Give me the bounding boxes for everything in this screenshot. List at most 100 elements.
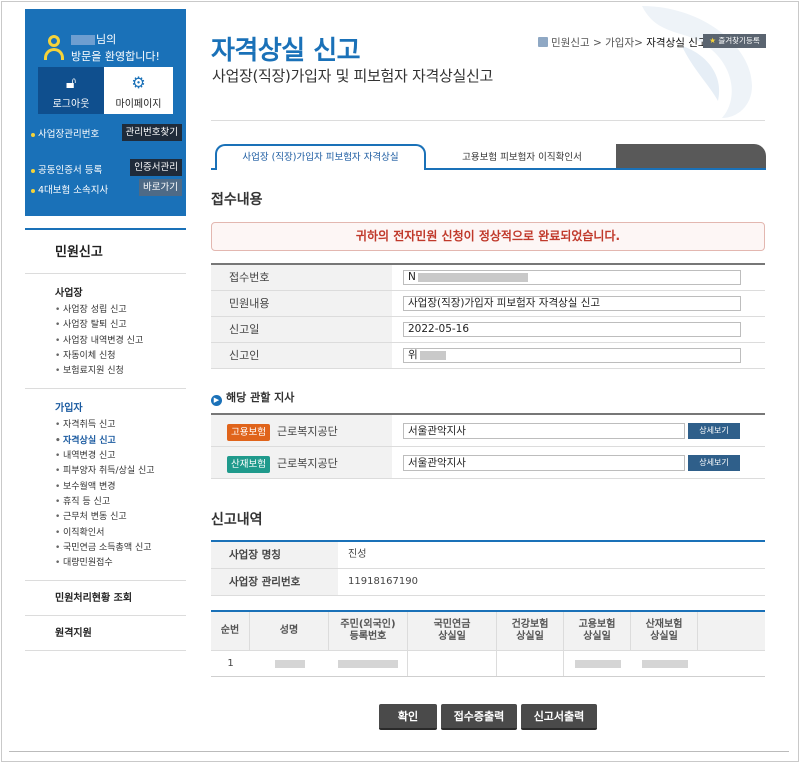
nav-item[interactable]: 사업장 성립 신고 (55, 303, 186, 319)
column-header: 고용보험 상실일 (564, 612, 631, 650)
column-header: 산재보험 상실일 (631, 612, 698, 650)
workplace-number: 11918167190 (348, 576, 418, 587)
completion-notice: 귀하의 전자민원 신청이 정상적으로 완료되었습니다. (211, 222, 765, 251)
branch-table: 고용보험 근로복지공단 서울관악지사 상세보기 산재보험 근로복지공단 서울관악… (211, 413, 765, 479)
nav-group-subscriber: 가입자 자격취득 신고 자격상실 신고 내역변경 신고 피부양자 취득/상실 신… (25, 389, 186, 582)
field-label: 민원내용 (211, 291, 392, 316)
field-label: 신고인 (211, 343, 392, 368)
lock-icon: 🔓︎ (65, 73, 77, 92)
nav-item[interactable]: 근무처 변동 신고 (55, 510, 186, 526)
nav-status-inquiry[interactable]: 민원처리현황 조회 (25, 581, 186, 617)
divider (211, 120, 765, 121)
greeting: 님의 방문을 환영합니다! (71, 33, 160, 63)
receipt-row: 신고일 2022-05-16 (211, 317, 765, 343)
favorite-button[interactable]: ★ 즐겨찾기등록 (703, 34, 766, 48)
info-label: 사업장 명칭 (211, 542, 338, 568)
row-number: 1 (227, 657, 234, 669)
table-header: 순번 성명 주민(외국인) 등록번호 국민연금 상실일 건강보험 상실일 고용보… (211, 612, 765, 651)
logout-button[interactable]: 🔓︎ 로그아웃 (38, 67, 104, 114)
nav-item[interactable]: 사업장 탈퇴 신고 (55, 318, 186, 334)
page-subtitle: 사업장(직장)가입자 및 피보험자 자격상실신고 (212, 67, 494, 85)
field-label: 접수번호 (211, 265, 392, 290)
detail-button[interactable]: 상세보기 (688, 423, 740, 439)
breadcrumb-item[interactable]: 민원신고 (551, 37, 590, 49)
breadcrumb-item[interactable]: 가입자 (605, 37, 634, 49)
print-receipt-button[interactable]: 접수증출력 (441, 704, 517, 730)
tab-separation-certificate[interactable]: 고용보험 피보험자 이직확인서 (432, 147, 612, 168)
receipt-table: 접수번호 N 민원내용 사업장(직장)가입자 피보험자 자격상실 신고 신고일 … (211, 263, 765, 369)
info-label: 사업장 관리번호 (211, 569, 338, 595)
cert-manage-button[interactable]: 인증서관리 (130, 159, 182, 176)
reporter-field: 위 (403, 348, 741, 363)
column-header: 국민연금 상실일 (408, 612, 497, 650)
workplace-info-table: 사업장 명칭 진성 사업장 관리번호 11918167190 (211, 540, 765, 596)
info-row: 사업장 명칭 진성 (211, 542, 765, 569)
mypage-button[interactable]: ⚙ 마이페이지 (104, 67, 173, 114)
watermark-logo-icon (642, 6, 752, 118)
print-report-button[interactable]: 신고서출력 (521, 704, 597, 730)
user-panel: 님의 방문을 환영합니다! 🔓︎ 로그아웃 ⚙ 마이페이지 사업장관리번호 관리… (25, 9, 186, 216)
column-header: 건강보험 상실일 (497, 612, 564, 650)
receipt-row: 신고인 위 (211, 343, 765, 369)
branch-org: 근로복지공단 (277, 457, 338, 470)
info-row: 사업장 관리번호 11918167190 (211, 569, 765, 596)
nav-group-workplace: 사업장 사업장 성립 신고 사업장 탈퇴 신고 사업장 내역변경 신고 자동이체… (25, 274, 186, 390)
nav-item[interactable]: 자동이체 신청 (55, 349, 186, 365)
play-icon: ▶ (211, 395, 222, 406)
nav-item[interactable]: 내역변경 신고 (55, 449, 186, 465)
blurred-id (338, 659, 398, 668)
branch-name-field: 서울관악지사 (403, 423, 685, 439)
blurred-value (417, 272, 528, 282)
branch-row: 고용보험 근로복지공단 서울관악지사 상세보기 (211, 415, 765, 447)
branch-office-label: 4대보험 소속지사 (31, 182, 108, 196)
left-nav: 민원신고 사업장 사업장 성립 신고 사업장 탈퇴 신고 사업장 내역변경 신고… (25, 228, 186, 652)
history-section-title: 신고내역 (211, 512, 263, 528)
tab-qualification-loss[interactable]: 사업장 (직장)가입자 피보험자 자격상실 (215, 144, 426, 170)
column-header: 순번 (211, 612, 250, 650)
page-title: 자격상실 신고 (211, 36, 361, 66)
nav-item-active[interactable]: 자격상실 신고 (55, 434, 186, 450)
receipt-section-title: 접수내용 (211, 192, 263, 208)
nav-item[interactable]: 사업장 내역변경 신고 (55, 334, 186, 350)
goto-button[interactable]: 바로가기 (139, 179, 182, 196)
home-icon[interactable] (538, 37, 548, 47)
branch-org: 근로복지공단 (277, 425, 338, 438)
branch-row: 산재보험 근로복지공단 서울관악지사 상세보기 (211, 447, 765, 479)
nav-remote-support[interactable]: 원격지원 (25, 616, 186, 652)
column-header: 주민(외국인) 등록번호 (329, 612, 408, 650)
table-row: 1 (211, 651, 765, 677)
receipt-number-field: N (403, 270, 741, 285)
tab-filler (616, 144, 766, 168)
blurred-username (71, 35, 95, 45)
nav-item[interactable]: 대량민원접수 (55, 556, 186, 572)
blurred-date (641, 659, 688, 668)
nav-item[interactable]: 국민연금 소득총액 신고 (55, 541, 186, 557)
nav-item[interactable]: 피부양자 취득/상실 신고 (55, 464, 186, 480)
find-number-button[interactable]: 관리번호찾기 (121, 124, 182, 141)
employment-insurance-tag: 고용보험 (227, 424, 270, 441)
nav-title: 민원신고 (25, 228, 186, 274)
workplace-number-label: 사업장관리번호 (31, 126, 99, 140)
nav-group-title[interactable]: 사업장 (55, 284, 186, 299)
report-date-field: 2022-05-16 (403, 322, 741, 337)
nav-item[interactable]: 보험료지원 신청 (55, 364, 186, 380)
confirm-button[interactable]: 확인 (379, 704, 437, 730)
branch-section-title: ▶ 해당 관할 지사 (211, 389, 294, 406)
nav-item[interactable]: 휴직 등 신고 (55, 495, 186, 511)
complaint-content-field: 사업장(직장)가입자 피보험자 자격상실 신고 (403, 296, 741, 311)
nav-item[interactable]: 보수월액 변경 (55, 480, 186, 496)
bottom-divider (9, 751, 789, 752)
star-icon: ★ (709, 36, 716, 45)
nav-group-title[interactable]: 가입자 (55, 399, 186, 414)
detail-button[interactable]: 상세보기 (688, 455, 740, 471)
blurred-date (574, 659, 621, 668)
gear-icon: ⚙ (131, 73, 146, 92)
history-list-table: 순번 성명 주민(외국인) 등록번호 국민연금 상실일 건강보험 상실일 고용보… (211, 610, 765, 677)
workplace-name: 진성 (348, 549, 367, 560)
field-label: 신고일 (211, 317, 392, 342)
column-header: 성명 (250, 612, 329, 650)
receipt-row: 민원내용 사업장(직장)가입자 피보험자 자격상실 신고 (211, 291, 765, 317)
user-avatar-icon (43, 35, 65, 61)
nav-item[interactable]: 이직확인서 (55, 526, 186, 542)
nav-item[interactable]: 자격취득 신고 (55, 418, 186, 434)
